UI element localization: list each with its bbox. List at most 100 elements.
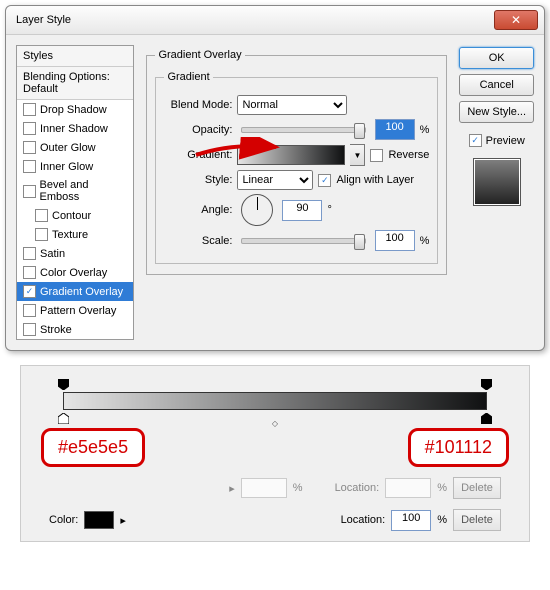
style-item-inner-shadow[interactable]: Inner Shadow — [17, 119, 133, 138]
ok-button[interactable]: OK — [459, 47, 534, 69]
reverse-checkbox[interactable] — [370, 149, 383, 162]
style-label: Outer Glow — [40, 142, 96, 154]
style-checkbox[interactable] — [35, 209, 48, 222]
style-item-gradient-overlay[interactable]: Gradient Overlay — [17, 282, 133, 301]
color-stop-row: Color: ▸ Location: 100 % Delete — [49, 509, 501, 531]
delete-color-stop[interactable]: Delete — [453, 509, 501, 531]
opacity-label: Opacity: — [164, 124, 232, 136]
titlebar[interactable]: Layer Style ✕ — [6, 6, 544, 35]
style-item-satin[interactable]: Satin — [17, 244, 133, 263]
align-checkbox[interactable] — [318, 174, 331, 187]
style-label: Stroke — [40, 324, 72, 336]
gradient-group: Gradient Blend Mode: Normal Opacity: 100… — [155, 71, 438, 264]
opacity-stop-right[interactable] — [481, 379, 492, 390]
scale-value[interactable]: 100 — [375, 230, 415, 251]
percent-label-2: % — [420, 235, 430, 247]
style-label: Inner Glow — [40, 161, 93, 173]
gradient-preview[interactable] — [237, 145, 345, 165]
close-button[interactable]: ✕ — [494, 10, 538, 30]
color-location-value[interactable]: 100 — [391, 510, 431, 531]
opacity-location — [385, 478, 431, 498]
styles-header[interactable]: Styles — [17, 46, 133, 67]
style-label: Texture — [52, 229, 88, 241]
style-label: Bevel and Emboss — [40, 179, 128, 203]
angle-value[interactable]: 90 — [282, 200, 322, 221]
style-checkbox[interactable] — [23, 160, 36, 173]
midpoint-icon[interactable]: ◇ — [272, 419, 278, 428]
style-label: Satin — [40, 248, 65, 260]
style-checkbox[interactable] — [35, 228, 48, 241]
location-label-1: Location: — [335, 482, 380, 494]
style-item-pattern-overlay[interactable]: Pattern Overlay — [17, 301, 133, 320]
left-hex-annotation: #e5e5e5 — [41, 428, 145, 467]
color-stop-right[interactable] — [481, 413, 492, 424]
styles-panel: Styles Blending Options: Default Drop Sh… — [16, 45, 134, 340]
group-title: Gradient Overlay — [155, 49, 244, 61]
gradient-label: Gradient: — [164, 149, 232, 161]
gradient-bar-area: ◇ — [49, 380, 501, 422]
style-checkbox[interactable] — [23, 247, 36, 260]
style-checkbox[interactable] — [23, 103, 36, 116]
layer-style-dialog: Layer Style ✕ Styles Blending Options: D… — [5, 5, 545, 351]
right-hex-annotation: #101112 — [408, 428, 509, 467]
color-swatch[interactable] — [84, 511, 114, 529]
style-item-stroke[interactable]: Stroke — [17, 320, 133, 339]
angle-label: Angle: — [164, 204, 232, 216]
settings-area: Gradient Overlay Gradient Blend Mode: No… — [142, 45, 451, 340]
gradient-legend: Gradient — [164, 71, 212, 83]
style-checkbox[interactable] — [23, 304, 36, 317]
gradient-bar[interactable] — [63, 392, 487, 410]
gradient-overlay-group: Gradient Overlay Gradient Blend Mode: No… — [146, 49, 447, 275]
percent-label: % — [420, 124, 430, 136]
style-item-outer-glow[interactable]: Outer Glow — [17, 138, 133, 157]
style-item-color-overlay[interactable]: Color Overlay — [17, 263, 133, 282]
style-label: Inner Shadow — [40, 123, 108, 135]
close-icon: ✕ — [511, 14, 521, 26]
scale-slider[interactable] — [241, 238, 365, 244]
style-checkbox[interactable] — [23, 122, 36, 135]
degree-label: ° — [327, 204, 331, 216]
opacity-stop-left[interactable] — [58, 379, 69, 390]
blend-mode-select[interactable]: Normal — [237, 95, 347, 115]
delete-opacity-stop: Delete — [453, 477, 501, 499]
blending-options-header[interactable]: Blending Options: Default — [17, 67, 133, 100]
style-checkbox[interactable] — [23, 285, 36, 298]
color-dropdown-icon[interactable]: ▸ — [120, 514, 126, 527]
style-item-inner-glow[interactable]: Inner Glow — [17, 157, 133, 176]
style-checkbox[interactable] — [23, 266, 36, 279]
gradient-dropdown[interactable]: ▼ — [350, 144, 365, 166]
style-label: Contour — [52, 210, 91, 222]
style-label: Color Overlay — [40, 267, 107, 279]
style-label: Pattern Overlay — [40, 305, 116, 317]
preview-swatch — [473, 158, 521, 206]
cancel-button[interactable]: Cancel — [459, 74, 534, 96]
opacity-stop-row: ▸ % Location: % Delete — [49, 477, 501, 499]
style-item-contour[interactable]: Contour — [17, 206, 133, 225]
new-style-button[interactable]: New Style... — [459, 101, 534, 123]
style-item-texture[interactable]: Texture — [17, 225, 133, 244]
style-label: Style: — [164, 174, 232, 186]
action-column: OK Cancel New Style... Preview — [459, 45, 534, 340]
opacity-slider[interactable] — [241, 127, 365, 133]
opacity-stop-pct — [241, 478, 287, 498]
reverse-label: Reverse — [388, 149, 429, 161]
preview-label: Preview — [486, 135, 525, 147]
style-checkbox[interactable] — [23, 185, 36, 198]
style-label: Drop Shadow — [40, 104, 107, 116]
color-label: Color: — [49, 514, 78, 526]
style-item-drop-shadow[interactable]: Drop Shadow — [17, 100, 133, 119]
stop-dropdown-icon: ▸ — [229, 482, 235, 495]
style-select[interactable]: Linear — [237, 170, 313, 190]
location-label-2: Location: — [341, 514, 386, 526]
style-item-bevel-and-emboss[interactable]: Bevel and Emboss — [17, 176, 133, 206]
gradient-editor: ◇ #e5e5e5 #101112 ▸ % Location: % Delete… — [20, 365, 530, 542]
dialog-title: Layer Style — [12, 14, 494, 26]
chevron-down-icon: ▼ — [353, 151, 361, 160]
style-checkbox[interactable] — [23, 323, 36, 336]
style-checkbox[interactable] — [23, 141, 36, 154]
scale-label: Scale: — [164, 235, 232, 247]
preview-checkbox[interactable] — [469, 134, 482, 147]
color-stop-left[interactable] — [58, 413, 69, 424]
opacity-value[interactable]: 100 — [375, 119, 415, 140]
angle-dial[interactable] — [241, 194, 273, 226]
